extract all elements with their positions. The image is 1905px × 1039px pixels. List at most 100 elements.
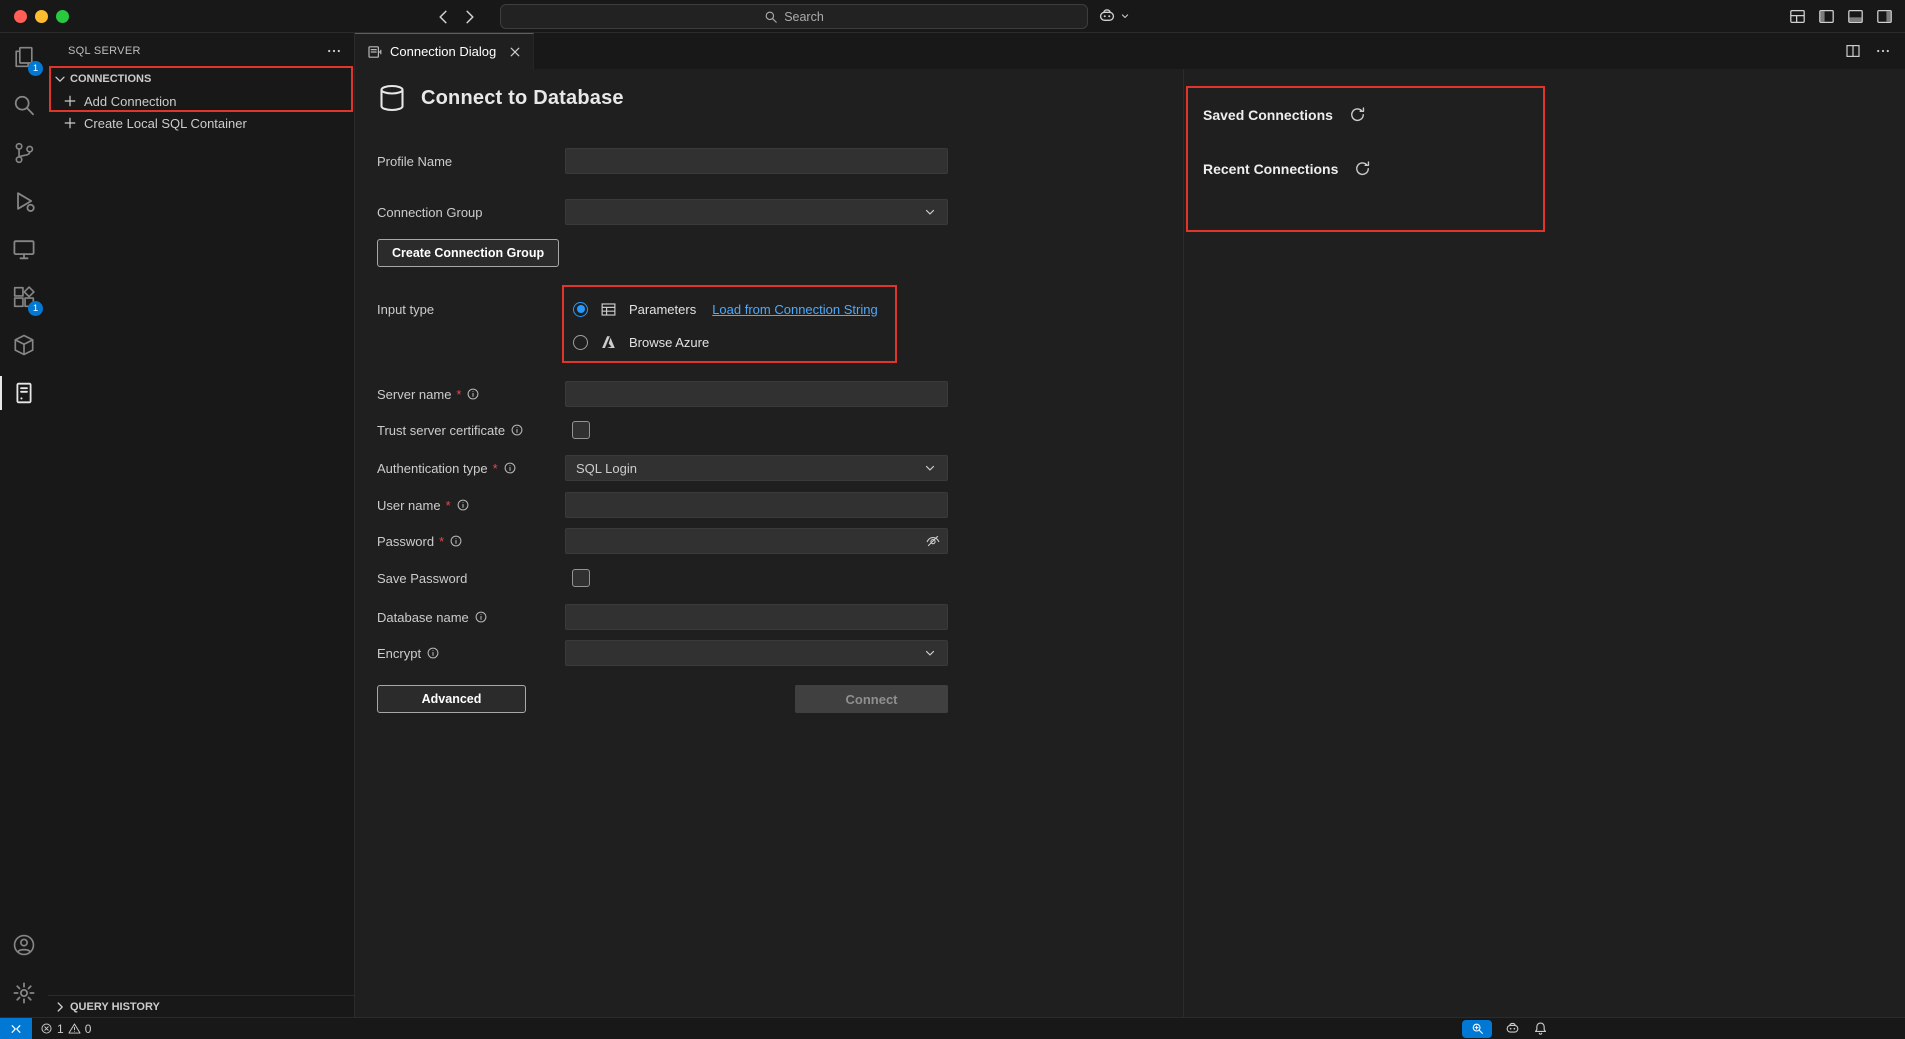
copilot-menu[interactable] bbox=[1098, 7, 1131, 25]
chevron-down-icon bbox=[923, 646, 937, 660]
connection-group-label: Connection Group bbox=[377, 199, 483, 225]
parameters-icon bbox=[600, 301, 617, 318]
remote-indicator[interactable] bbox=[0, 1018, 32, 1039]
command-center-search[interactable]: Search bbox=[500, 4, 1088, 29]
editor-actions bbox=[1845, 33, 1891, 69]
extensions-badge: 1 bbox=[28, 301, 43, 316]
connection-dialog: Connect to Database Profile Name Connect… bbox=[355, 69, 1183, 1017]
advanced-button[interactable]: Advanced bbox=[377, 685, 526, 713]
browse-azure-label: Browse Azure bbox=[629, 335, 709, 350]
sidebar-title: SQL SERVER bbox=[68, 45, 141, 57]
info-icon[interactable] bbox=[503, 461, 517, 475]
connection-dialog-tab-icon bbox=[367, 44, 383, 60]
save-password-checkbox[interactable] bbox=[572, 569, 590, 587]
add-connection-label: Add Connection bbox=[84, 94, 177, 109]
minimize-window-button[interactable] bbox=[35, 10, 48, 23]
titlebar-actions bbox=[1789, 8, 1893, 25]
toggle-secondary-sidebar-icon[interactable] bbox=[1876, 8, 1893, 25]
azure-icon bbox=[600, 334, 617, 351]
parameters-label: Parameters bbox=[629, 302, 696, 317]
search-icon bbox=[764, 10, 778, 24]
activity-sql-server[interactable] bbox=[0, 369, 48, 417]
info-icon[interactable] bbox=[426, 646, 440, 660]
database-name-input[interactable] bbox=[565, 604, 948, 630]
parameters-radio[interactable] bbox=[573, 302, 588, 317]
query-history-section-header[interactable]: QUERY HISTORY bbox=[48, 995, 354, 1017]
activity-search[interactable] bbox=[0, 81, 48, 129]
recent-connections-title: Recent Connections bbox=[1203, 161, 1338, 177]
info-icon[interactable] bbox=[456, 498, 470, 512]
notifications-bell-icon[interactable] bbox=[1533, 1021, 1548, 1036]
encrypt-select[interactable] bbox=[565, 640, 948, 666]
activity-extensions[interactable]: 1 bbox=[0, 273, 48, 321]
copilot-status-icon[interactable] bbox=[1505, 1021, 1520, 1036]
connect-button[interactable]: Connect bbox=[795, 685, 948, 713]
activity-source-control[interactable] bbox=[0, 129, 48, 177]
editor-more-actions-icon[interactable] bbox=[1875, 43, 1891, 59]
customize-layout-icon[interactable] bbox=[1789, 8, 1806, 25]
activity-bar: 1 1 bbox=[0, 33, 48, 1017]
status-bar: 1 0 bbox=[0, 1017, 1905, 1039]
zoom-status-item[interactable] bbox=[1462, 1020, 1492, 1038]
remote-indicator-icon bbox=[9, 1022, 23, 1036]
error-icon bbox=[40, 1022, 53, 1035]
info-icon[interactable] bbox=[474, 610, 488, 624]
refresh-saved-connections-icon[interactable] bbox=[1349, 106, 1366, 123]
info-icon[interactable] bbox=[510, 423, 524, 437]
activity-remote-explorer[interactable] bbox=[0, 225, 48, 273]
activity-settings[interactable] bbox=[0, 969, 48, 1017]
trust-server-certificate-checkbox[interactable] bbox=[572, 421, 590, 439]
go-forward-button[interactable] bbox=[461, 8, 479, 26]
title-bar: Search bbox=[0, 0, 1905, 33]
user-name-label: User name * bbox=[377, 492, 470, 518]
accounts-icon bbox=[12, 933, 36, 957]
go-back-button[interactable] bbox=[434, 8, 452, 26]
password-input[interactable] bbox=[565, 528, 948, 554]
activity-run-debug[interactable] bbox=[0, 177, 48, 225]
status-right-items bbox=[1462, 1018, 1548, 1039]
tab-connection-dialog[interactable]: Connection Dialog bbox=[355, 33, 534, 69]
connections-section-label: CONNECTIONS bbox=[70, 73, 151, 85]
required-marker: * bbox=[446, 498, 451, 513]
activity-explorer[interactable]: 1 bbox=[0, 33, 48, 81]
close-window-button[interactable] bbox=[14, 10, 27, 23]
trust-server-certificate-label: Trust server certificate bbox=[377, 417, 524, 443]
server-name-input[interactable] bbox=[565, 381, 948, 407]
user-name-input[interactable] bbox=[565, 492, 948, 518]
chevron-down-icon bbox=[1119, 10, 1131, 22]
connections-section-header[interactable]: CONNECTIONS bbox=[48, 68, 354, 90]
add-connection-item[interactable]: Add Connection bbox=[48, 90, 354, 112]
browse-azure-option-row: Browse Azure bbox=[573, 332, 709, 352]
info-icon[interactable] bbox=[449, 534, 463, 548]
authentication-type-select[interactable]: SQL Login bbox=[565, 455, 948, 481]
parameters-option-row: Parameters Load from Connection String bbox=[573, 299, 878, 319]
problems-status[interactable]: 1 0 bbox=[40, 1018, 91, 1039]
activity-accounts[interactable] bbox=[0, 921, 48, 969]
eye-off-icon[interactable] bbox=[925, 533, 941, 549]
refresh-recent-connections-icon[interactable] bbox=[1354, 160, 1371, 177]
close-tab-icon[interactable] bbox=[507, 44, 523, 60]
zoom-icon bbox=[1471, 1022, 1484, 1035]
containers-icon bbox=[12, 333, 36, 357]
split-editor-icon[interactable] bbox=[1845, 43, 1861, 59]
toggle-primary-sidebar-icon[interactable] bbox=[1818, 8, 1835, 25]
server-name-label: Server name * bbox=[377, 381, 480, 407]
side-bar: SQL SERVER CONNECTIONS Add Connection Cr… bbox=[48, 33, 355, 1017]
load-from-connection-string-link[interactable]: Load from Connection String bbox=[712, 302, 877, 317]
connection-group-select[interactable] bbox=[565, 199, 948, 225]
maximize-window-button[interactable] bbox=[56, 10, 69, 23]
create-local-sql-container-item[interactable]: Create Local SQL Container bbox=[48, 112, 354, 134]
more-actions-icon[interactable] bbox=[326, 43, 342, 59]
tab-bar: Connection Dialog bbox=[355, 33, 1905, 69]
profile-name-input[interactable] bbox=[565, 148, 948, 174]
dialog-title: Connect to Database bbox=[421, 87, 624, 110]
plus-icon bbox=[62, 115, 78, 131]
toggle-panel-icon[interactable] bbox=[1847, 8, 1864, 25]
chevron-down-icon bbox=[923, 205, 937, 219]
create-local-sql-container-label: Create Local SQL Container bbox=[84, 116, 247, 131]
required-marker: * bbox=[493, 461, 498, 476]
browse-azure-radio[interactable] bbox=[573, 335, 588, 350]
info-icon[interactable] bbox=[466, 387, 480, 401]
create-connection-group-button[interactable]: Create Connection Group bbox=[377, 239, 559, 267]
activity-containers[interactable] bbox=[0, 321, 48, 369]
